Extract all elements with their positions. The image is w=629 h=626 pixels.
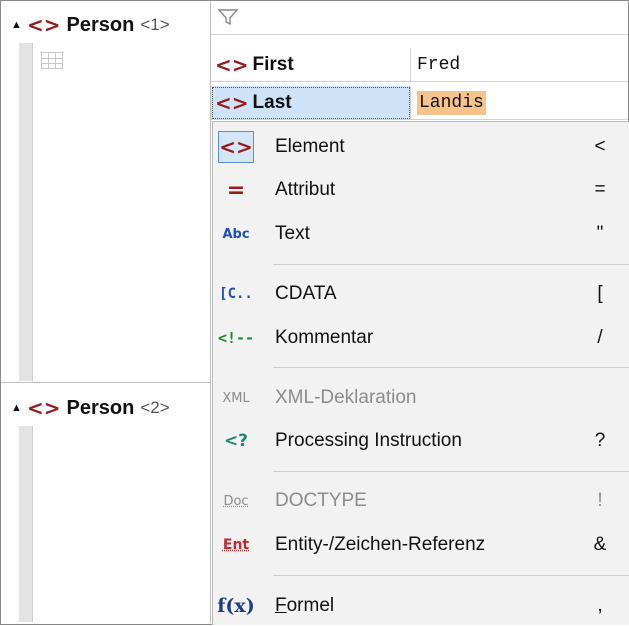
element-name-cell[interactable]: <> First <box>211 48 411 82</box>
table-row[interactable]: <> First Fred <box>211 48 628 82</box>
element-value: Landis <box>417 90 486 115</box>
element-icon: <> <box>215 90 249 115</box>
collapse-arrow-icon[interactable]: ▲ <box>11 19 25 31</box>
menu-item-label-rest: ormel <box>286 595 335 616</box>
xml-declaration-icon: XML <box>222 390 250 406</box>
menu-item-shortcut: & <box>593 534 607 555</box>
menu-separator <box>273 264 629 265</box>
tree-column: ▲ <> Person <1> ▲ <> Person <2> <box>1 1 211 623</box>
menu-item-label: Text <box>275 223 310 244</box>
menu-item-shortcut: [ <box>597 283 603 304</box>
menu-item-kommentar[interactable]: <!-- Kommentar / <box>213 318 629 358</box>
menu-item-formel[interactable]: f(x) Formel , <box>213 586 629 626</box>
menu-item-processing-instruction[interactable]: <? Processing Instruction ? <box>213 421 629 461</box>
menu-item-text[interactable]: Abc Text " <box>213 214 629 254</box>
filter-icon[interactable] <box>217 7 239 27</box>
menu-item-label: Kommentar <box>275 327 374 348</box>
node-index: <2> <box>140 398 170 417</box>
insert-context-menu: <> Element < = Attribut = Abc Text " [C.… <box>212 121 629 625</box>
node-index: <1> <box>140 15 170 34</box>
element-name-cell[interactable]: <> Last <box>211 86 411 120</box>
row-divider <box>1 382 211 383</box>
filter-row <box>211 1 628 35</box>
collapse-arrow-icon[interactable]: ▲ <box>11 402 25 414</box>
menu-item-label: Attribut <box>275 179 336 200</box>
node-name: Person <box>66 396 135 419</box>
menu-item-shortcut: , <box>597 595 603 616</box>
menu-item-label: Element <box>275 136 345 157</box>
element-value-cell[interactable]: Landis <box>411 86 628 120</box>
menu-item-attribut[interactable]: = Attribut = <box>213 170 629 210</box>
menu-item-label: Formel <box>275 595 570 617</box>
node-name: Person <box>66 13 135 36</box>
table-row-selected[interactable]: <> Last Landis <box>211 86 628 120</box>
person-node-1[interactable]: ▲ <> Person <1> <box>1 8 211 42</box>
menu-item-access-key: F <box>275 595 287 616</box>
processing-instruction-icon: <? <box>223 431 249 451</box>
menu-item-label: Processing Instruction <box>275 430 462 451</box>
menu-item-label: DOCTYPE <box>275 490 367 511</box>
attribute-icon: = <box>226 177 246 203</box>
menu-item-shortcut: ! <box>597 490 603 511</box>
entity-reference-icon: Ent <box>222 537 250 553</box>
comment-icon: <!-- <box>217 329 255 347</box>
element-icon: <> <box>215 52 249 77</box>
element-icon: <> <box>218 131 254 163</box>
menu-item-label: Entity-/Zeichen-Referenz <box>275 534 486 555</box>
menu-item-shortcut: / <box>597 327 603 348</box>
menu-separator <box>273 471 629 472</box>
doctype-icon: Doc <box>223 493 249 509</box>
tree-connector-line <box>19 426 33 622</box>
element-name: Last <box>252 91 292 113</box>
element-value: Fred <box>417 54 461 75</box>
menu-item-label: CDATA <box>275 283 337 304</box>
element-value-cell[interactable]: Fred <box>411 48 628 82</box>
menu-item-xml-deklaration[interactable]: XML XML-Deklaration <box>213 378 629 418</box>
menu-item-element[interactable]: <> Element < <box>213 127 629 167</box>
menu-item-cdata[interactable]: [C.. CDATA [ <box>213 274 629 314</box>
menu-item-shortcut: = <box>594 179 606 200</box>
menu-item-shortcut: " <box>596 223 604 244</box>
element-icon: <> <box>27 13 61 37</box>
menu-item-entity-reference[interactable]: Ent Entity-/Zeichen-Referenz & <box>213 525 629 565</box>
menu-item-label: XML-Deklaration <box>275 387 417 408</box>
cdata-icon: [C.. <box>219 286 253 302</box>
menu-separator <box>273 367 629 368</box>
table-view-icon[interactable] <box>41 52 63 69</box>
text-icon: Abc <box>222 226 250 242</box>
menu-separator <box>273 575 629 576</box>
element-name: First <box>252 53 294 75</box>
person-node-2[interactable]: ▲ <> Person <2> <box>1 391 211 425</box>
formula-icon: f(x) <box>217 595 255 617</box>
menu-item-shortcut: < <box>594 136 606 157</box>
tree-connector-line <box>19 43 33 381</box>
menu-item-shortcut: ? <box>594 430 606 451</box>
element-icon: <> <box>27 396 61 420</box>
menu-item-doctype[interactable]: Doc DOCTYPE ! <box>213 481 629 521</box>
